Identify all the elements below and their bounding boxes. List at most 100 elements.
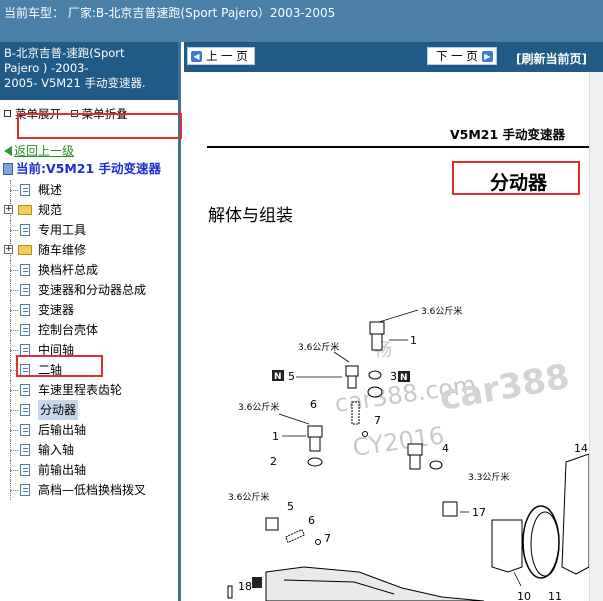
tree-item[interactable]: 变速器 <box>0 300 178 320</box>
tree-item[interactable]: 换档杆总成 <box>0 260 178 280</box>
callout-number: 14 <box>574 442 588 455</box>
refresh-page-link[interactable]: [刷新当前页] <box>516 50 587 67</box>
sidebar-header-line: Pajero ) -2003- <box>4 61 89 75</box>
n-mark-label: N <box>274 372 282 382</box>
next-page-button[interactable]: 下 一 页 ▶ <box>427 47 497 65</box>
callout-number: 6 <box>310 398 317 411</box>
computer-icon <box>3 163 13 175</box>
tree-item[interactable]: 后输出轴 <box>0 420 178 440</box>
shaft-part <box>491 519 523 573</box>
back-link-label: 返回上一级 <box>14 144 75 158</box>
tree-item[interactable]: + 随车维修 <box>0 240 178 260</box>
document-icon <box>20 224 30 236</box>
tree-item[interactable]: 控制台壳体 <box>0 320 178 340</box>
expand-toggle-icon[interactable]: + <box>4 245 13 254</box>
bolt-part <box>309 436 321 452</box>
leader-line <box>513 571 522 587</box>
tree-item[interactable]: 专用工具 <box>0 220 178 240</box>
bolt-part <box>409 454 421 470</box>
tree-connector-line <box>10 430 18 431</box>
current-node-label: 当前:V5M21 手动变速器 <box>16 161 162 176</box>
document-icon <box>20 284 30 296</box>
tree-connector-line <box>10 290 18 291</box>
callout-number: 1 <box>410 334 417 347</box>
folder-icon <box>18 205 32 215</box>
tree-connector-line <box>10 410 18 411</box>
pin-part <box>227 585 233 599</box>
tree-item-label: 专用工具 <box>38 223 87 237</box>
tree-view: 概述 + 规范 专用工具 + 随车维修 换档杆总成 变速器和分动器总成 变速器 控制台壳体 中间轴二… <box>0 180 178 500</box>
transfer-case-part <box>265 566 485 601</box>
vertical-scrollbar[interactable] <box>589 72 603 601</box>
tree-item-label: 分动器 <box>38 400 79 420</box>
tree-item-label: 前输出轴 <box>38 463 87 477</box>
tree-item[interactable]: 车速里程表齿轮 <box>0 380 178 400</box>
bolt-part <box>371 333 383 351</box>
callout-number: 10 <box>517 590 531 601</box>
page-navigation-bar: ◀ 上 一 页 下 一 页 ▶ [刷新当前页] <box>184 42 603 72</box>
document-icon <box>20 424 30 436</box>
ball-part <box>315 539 321 545</box>
expand-toggle-icon[interactable]: + <box>4 205 13 214</box>
title-bar: 当前车型： 厂家:B-北京吉普速跑(Sport Pajero）2003-2005 <box>0 0 603 42</box>
tree-connector-line <box>10 190 18 191</box>
tree-item[interactable]: 前输出轴 <box>0 460 178 480</box>
callout-number: 5 <box>287 500 294 513</box>
spring-part <box>351 401 360 425</box>
back-arrow-icon <box>4 146 12 156</box>
torque-label: 3.6公斤米 <box>421 305 462 317</box>
document-icon <box>20 464 30 476</box>
housing-part <box>561 453 589 575</box>
tree-item-label: 变速器和分动器总成 <box>38 283 147 297</box>
sidebar-header-line: 2005- V5M21 手动变速器. <box>4 76 146 90</box>
tree-item-label: 概述 <box>38 183 63 197</box>
current-node[interactable]: 当前:V5M21 手动变速器 <box>3 158 161 176</box>
washer-part <box>307 457 323 467</box>
tree-connector-line <box>10 330 18 331</box>
document-icon <box>20 184 30 196</box>
tree-item-label: 输入轴 <box>38 443 75 457</box>
highlight-box-current <box>17 113 182 139</box>
watermark-text: CY2016 <box>351 421 446 462</box>
callout-number: 17 <box>472 506 486 519</box>
expand-icon <box>4 110 11 117</box>
tree-item[interactable]: + 规范 <box>0 200 178 220</box>
callout-number: 5 <box>288 370 295 383</box>
ball-part <box>362 431 368 437</box>
content-pane: ◀ 上 一 页 下 一 页 ▶ [刷新当前页] V5M21 手动变速器 分动器 解体… <box>184 42 603 601</box>
torque-label: 3.6公斤米 <box>228 491 269 503</box>
header-rule <box>207 146 589 148</box>
tree-connector-line <box>10 310 18 311</box>
document-icon <box>20 324 30 336</box>
bolt-part <box>345 365 359 377</box>
document-header: V5M21 手动变速器 <box>450 127 566 142</box>
n-mark-label: N <box>400 373 408 383</box>
callout-number: 1 <box>272 430 279 443</box>
callout-number: 2 <box>270 455 277 468</box>
tree-item-label: 随车维修 <box>38 243 87 257</box>
torque-label: 3.6公斤米 <box>298 341 339 353</box>
prev-page-button[interactable]: ◀ 上 一 页 <box>187 47 255 65</box>
tree-item[interactable]: 概述 <box>0 180 178 200</box>
tree-connector-line <box>10 390 18 391</box>
callout-number: 18 <box>238 580 252 593</box>
seal-ring-part <box>522 505 560 579</box>
tree-item-label: 高档—低档换档拨叉 <box>38 483 147 497</box>
tree-connector-line <box>10 490 18 491</box>
callout-number: 11 <box>548 590 562 601</box>
tree-connector-line <box>10 270 18 271</box>
tree-item[interactable]: 输入轴 <box>0 440 178 460</box>
document-icon <box>20 264 30 276</box>
tree-item[interactable]: 分动器 <box>0 400 178 420</box>
torque-label: 3.6公斤米 <box>238 401 279 413</box>
document-icon <box>20 384 30 396</box>
bolt-part <box>307 425 323 438</box>
callout-number: 6 <box>308 514 315 527</box>
back-link[interactable]: 返回上一级 <box>4 142 74 159</box>
tree-item[interactable]: 高档—低档换档拨叉 <box>0 480 178 500</box>
tree-item[interactable]: 变速器和分动器总成 <box>0 280 178 300</box>
washer-part <box>429 460 443 470</box>
tree-item-label: 控制台壳体 <box>38 323 99 337</box>
tree-item-label: 换档杆总成 <box>38 263 99 277</box>
bolt-part <box>369 321 385 335</box>
